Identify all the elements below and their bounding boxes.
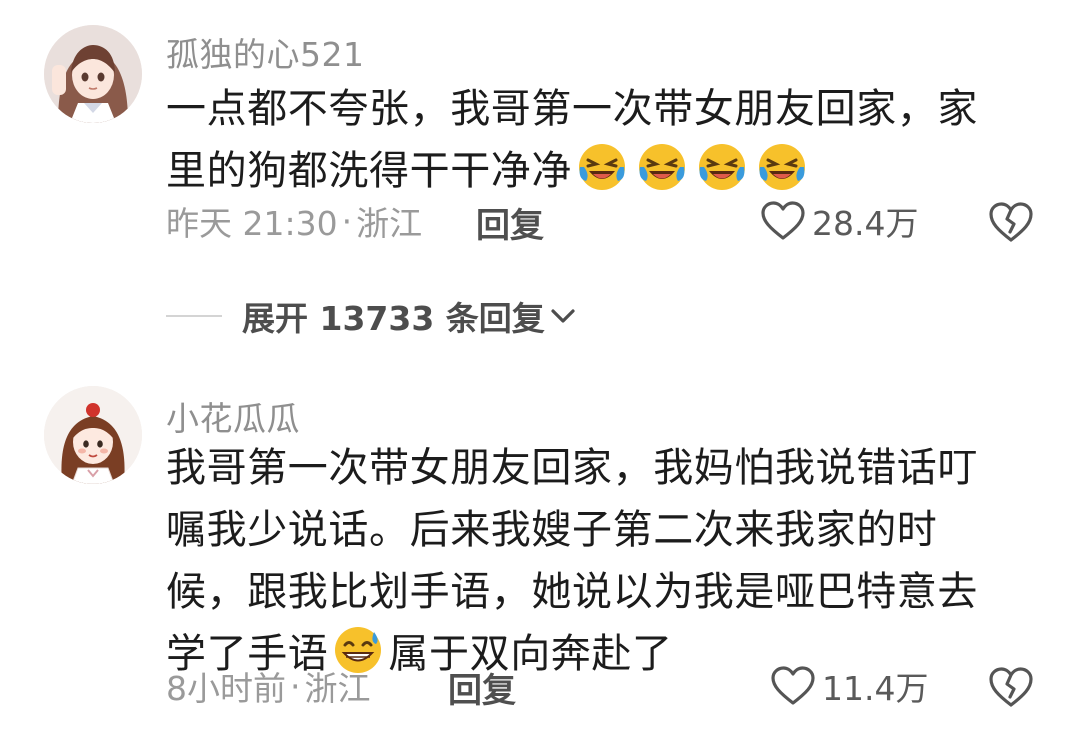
anime-girl-avatar-icon: [44, 25, 142, 123]
comment-line: 候，跟我比划手语，她说以为我是哑巴特意去: [166, 569, 978, 615]
meta-separator: ·: [290, 666, 301, 706]
avatar[interactable]: [44, 386, 142, 484]
laughing-crying-emoji-icon: [579, 144, 625, 190]
location: 浙江: [356, 204, 423, 243]
comment-text: 我哥第一次带女朋友回家，我妈怕我说错话叮 嘱我少说话。后来我嫂子第二次来我家的时…: [166, 437, 1046, 685]
chevron-down-icon: [551, 309, 575, 323]
divider-line: [166, 315, 222, 317]
location: 浙江: [304, 669, 371, 708]
laughing-crying-emoji-icon: [759, 144, 805, 190]
comment-line: 里的狗都洗得干干净净: [166, 140, 1046, 202]
reply-button[interactable]: 回复: [448, 663, 516, 712]
username[interactable]: 孤独的心521: [166, 28, 365, 76]
comment-line: 我哥第一次带女朋友回家，我妈怕我说错话叮: [166, 445, 978, 491]
like-button[interactable]: 28.4万: [760, 197, 918, 245]
laughing-crying-emoji-icon: [639, 144, 685, 190]
comment-meta: 昨天 21:30 · 浙江: [166, 199, 423, 244]
comment-line-text: 属于双向奔赴了: [388, 631, 673, 677]
comment-line: 一点都不夸张，我哥第一次带女朋友回家，家: [166, 86, 978, 132]
reply-button[interactable]: 回复: [476, 198, 544, 247]
heart-icon: [761, 201, 805, 240]
cartoon-girl-avatar-icon: [44, 386, 142, 484]
like-button[interactable]: 11.4万: [770, 662, 928, 710]
laughing-crying-emoji-icon: [699, 144, 745, 190]
like-count: 28.4万: [812, 204, 919, 243]
expand-replies-label: 展开 13733 条回复: [242, 299, 545, 338]
comment-meta: 8小时前 · 浙江: [166, 664, 371, 709]
username[interactable]: 小花瓜瓜: [166, 392, 300, 440]
broken-heart-icon[interactable]: [988, 664, 1034, 710]
like-count: 11.4万: [822, 669, 929, 708]
comment-line-text: 里的狗都洗得干干净净: [166, 148, 572, 194]
broken-heart-icon[interactable]: [988, 199, 1034, 245]
expand-replies-button[interactable]: 展开 13733 条回复: [166, 292, 577, 340]
timestamp: 昨天 21:30: [166, 204, 338, 243]
comment-line: 嘱我少说话。后来我嫂子第二次来我家的时: [166, 507, 938, 553]
meta-separator: ·: [341, 201, 353, 241]
comment-text: 一点都不夸张，我哥第一次带女朋友回家，家 里的狗都洗得干干净净: [166, 78, 1046, 202]
avatar[interactable]: [44, 25, 142, 123]
timestamp: 8小时前: [166, 669, 286, 708]
heart-icon: [771, 666, 815, 705]
